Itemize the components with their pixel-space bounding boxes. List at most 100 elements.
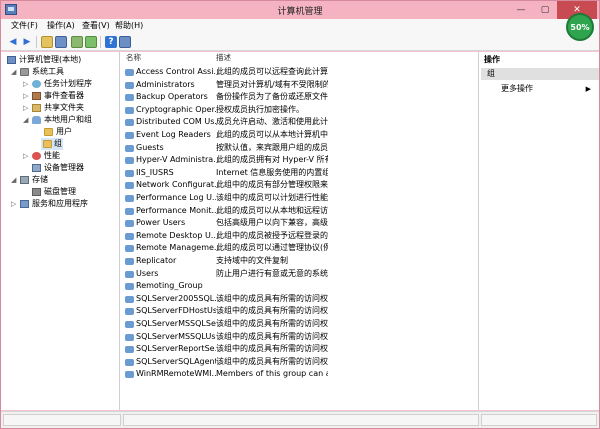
table-row[interactable]: Performance Monit... 此组的成员可以从本地和远程访... xyxy=(121,205,479,218)
table-row[interactable]: Remote Desktop U... 此组中的成员被授予远程登录的... xyxy=(121,230,479,243)
group-icon xyxy=(125,270,134,278)
group-description: 成员允许启动、激活和使用此计... xyxy=(216,117,328,127)
group-description: 此组中的成员有部分管理权限来... xyxy=(216,180,328,190)
table-row[interactable]: IIS_IUSRS Internet 信息服务使用的内置组。 xyxy=(121,167,479,180)
table-row[interactable]: Event Log Readers 此组的成员可以从本地计算机中... xyxy=(121,129,479,142)
group-icon xyxy=(125,346,134,354)
table-row[interactable]: WinRMRemoteWMI... Members of this group c… xyxy=(121,368,479,381)
table-row[interactable]: Access Control Assi... 此组的成员可以远程查询此计算... xyxy=(121,66,479,79)
group-icon xyxy=(125,308,134,316)
users-icon xyxy=(32,116,41,124)
groups-list: 名称 描述 Access Control Assi... 此组的成员可以远程查询此… xyxy=(121,52,479,410)
column-header-description[interactable]: 描述 xyxy=(216,52,231,64)
export-list-icon[interactable] xyxy=(85,36,97,48)
expand-arrow-icon[interactable]: ▷ xyxy=(23,102,28,114)
maximize-button[interactable]: ▢ xyxy=(533,1,557,19)
tree-item-users[interactable]: 用户 xyxy=(5,126,119,138)
main-content: 计算机管理(本地) ◢ 系统工具 ▷ 任务计划程序 ▷ 事件查看器 ▷ 共享文件… xyxy=(1,52,599,410)
help-icon[interactable]: ? xyxy=(105,36,117,48)
up-folder-icon[interactable] xyxy=(41,36,53,48)
computer-icon xyxy=(7,56,16,64)
group-icon xyxy=(125,321,134,328)
table-row[interactable]: Power Users 包括高级用户以向下兼容，高级... xyxy=(121,217,479,230)
toolbar-separator xyxy=(36,36,37,48)
menu-help[interactable]: 帮助(H) xyxy=(115,20,143,31)
group-name: Access Control Assi... xyxy=(136,67,216,76)
table-row[interactable]: Hyper-V Administra... 此组的成员拥有对 Hyper-V 所有… xyxy=(121,154,479,167)
group-description: 此组的成员拥有对 Hyper-V 所有... xyxy=(216,155,328,165)
menu-file[interactable]: 文件(F) xyxy=(11,20,38,31)
clock-icon xyxy=(32,80,41,88)
group-name: Performance Monit... xyxy=(136,205,216,215)
performance-badge[interactable]: 50% xyxy=(566,13,594,41)
tree-item-performance[interactable]: ▷ 性能 xyxy=(5,150,119,162)
forward-button[interactable]: ▶ xyxy=(21,36,33,48)
group-name: Users xyxy=(136,268,159,278)
expand-arrow-icon[interactable]: ▷ xyxy=(23,78,28,90)
tree-item-computer-management[interactable]: 计算机管理(本地) xyxy=(5,54,119,66)
table-row[interactable]: Administrators 管理员对计算机/域有不受限制的... xyxy=(121,79,479,92)
collapse-arrow-icon[interactable]: ◢ xyxy=(11,174,16,186)
shared-folder-icon xyxy=(32,104,41,112)
group-icon xyxy=(125,220,134,228)
refresh-icon[interactable] xyxy=(71,36,83,48)
column-header-name[interactable]: 名称 xyxy=(126,52,141,64)
minimize-button[interactable]: — xyxy=(509,1,533,19)
group-description: 支持域中的文件复制 xyxy=(216,256,288,265)
table-row[interactable]: Cryptographic Oper... 授权成员执行加密操作。 xyxy=(121,104,479,117)
expand-arrow-icon[interactable]: ▷ xyxy=(23,90,28,102)
table-row[interactable]: SQLServerSQLAgent...该组中的成员具有所需的访问权... xyxy=(121,356,479,369)
menu-view[interactable]: 查看(V) xyxy=(82,20,110,31)
table-row[interactable]: SQLServerFDHostUs... 该组中的成员具有所需的访问权... xyxy=(121,305,479,318)
group-description: 防止用户进行有意或无意的系统... xyxy=(216,268,328,278)
tree-item-event-viewer[interactable]: ▷ 事件查看器 xyxy=(5,90,119,102)
collapse-arrow-icon[interactable]: ◢ xyxy=(23,114,28,126)
group-icon xyxy=(125,258,134,265)
table-row[interactable]: Replicator 支持域中的文件复制 xyxy=(121,255,479,268)
table-row[interactable]: Backup Operators 备份操作员为了备份或还原文件... xyxy=(121,91,479,104)
title-bar[interactable]: 计算机管理 — ▢ ✕ xyxy=(1,1,599,19)
group-name: SQLServerSQLAgent... xyxy=(136,356,216,366)
tree-item-shared-folders[interactable]: ▷ 共享文件夹 xyxy=(5,102,119,114)
group-icon xyxy=(125,232,134,240)
group-icon xyxy=(125,207,134,215)
tree-item-groups[interactable]: 组 xyxy=(41,138,63,150)
table-row[interactable]: Users 防止用户进行有意或无意的系统... xyxy=(121,268,479,281)
table-row[interactable]: Distributed COM Us... 成员允许启动、激活和使用此计... xyxy=(121,116,479,129)
table-row[interactable]: Remote Manageme... 此组的成员可以通过管理协议(例... xyxy=(121,242,479,255)
show-hide-tree-icon[interactable] xyxy=(55,36,67,48)
table-row[interactable]: Remoting_Group xyxy=(121,280,479,293)
tree-item-system-tools[interactable]: ◢ 系统工具 xyxy=(5,66,119,78)
expand-arrow-icon[interactable]: ▷ xyxy=(11,198,16,210)
back-button[interactable]: ◀ xyxy=(7,36,19,48)
status-segment xyxy=(481,414,597,426)
table-row[interactable]: Network Configurat... 此组中的成员有部分管理权限来... xyxy=(121,179,479,192)
group-name: Event Log Readers xyxy=(136,130,211,139)
table-row[interactable]: SQLServerReportSe... 该组中的成员具有所需的访问权... xyxy=(121,343,479,356)
tree-item-storage[interactable]: ◢ 存储 xyxy=(5,174,119,186)
actions-group-title[interactable]: 组 xyxy=(481,68,599,80)
table-row[interactable]: SQLServer2005SQL... 该组中的成员具有所需的访问权... xyxy=(121,293,479,306)
tree-item-services-applications[interactable]: ▷ 服务和应用程序 xyxy=(5,198,119,210)
tree-item-task-scheduler[interactable]: ▷ 任务计划程序 xyxy=(5,78,119,90)
folder-icon xyxy=(44,128,53,136)
group-description: 该组中的成员具有所需的访问权... xyxy=(216,344,328,354)
table-row[interactable]: SQLServerMSSQLSe... 该组中的成员具有所需的访问权... xyxy=(121,318,479,331)
table-row[interactable]: Performance Log U... 该组中的成员可以计划进行性能... xyxy=(121,192,479,205)
group-description: 该组中的成员具有所需的访问权... xyxy=(216,331,328,341)
table-row[interactable]: Guests 按默认值，来宾跟用户组的成员... xyxy=(121,142,479,155)
group-icon xyxy=(125,94,134,102)
more-actions-item[interactable]: 更多操作 ▶ xyxy=(501,83,597,95)
tree-item-disk-management[interactable]: 磁盘管理 xyxy=(5,186,119,198)
table-row[interactable]: SQLServerMSSQLUs... 该组中的成员具有所需的访问权... xyxy=(121,331,479,344)
tree-item-device-manager[interactable]: 设备管理器 xyxy=(5,162,119,174)
group-description: 按默认值，来宾跟用户组的成员... xyxy=(216,142,328,152)
expand-arrow-icon[interactable]: ▷ xyxy=(23,150,28,162)
menu-action[interactable]: 操作(A) xyxy=(47,20,75,31)
group-description: 该组中的成员具有所需的访问权... xyxy=(216,293,328,303)
show-action-pane-icon[interactable] xyxy=(119,36,131,48)
performance-icon xyxy=(32,152,41,160)
chevron-right-icon: ▶ xyxy=(585,85,591,93)
collapse-arrow-icon[interactable]: ◢ xyxy=(11,66,16,78)
tree-item-local-users-groups[interactable]: ◢ 本地用户和组 xyxy=(5,114,119,126)
